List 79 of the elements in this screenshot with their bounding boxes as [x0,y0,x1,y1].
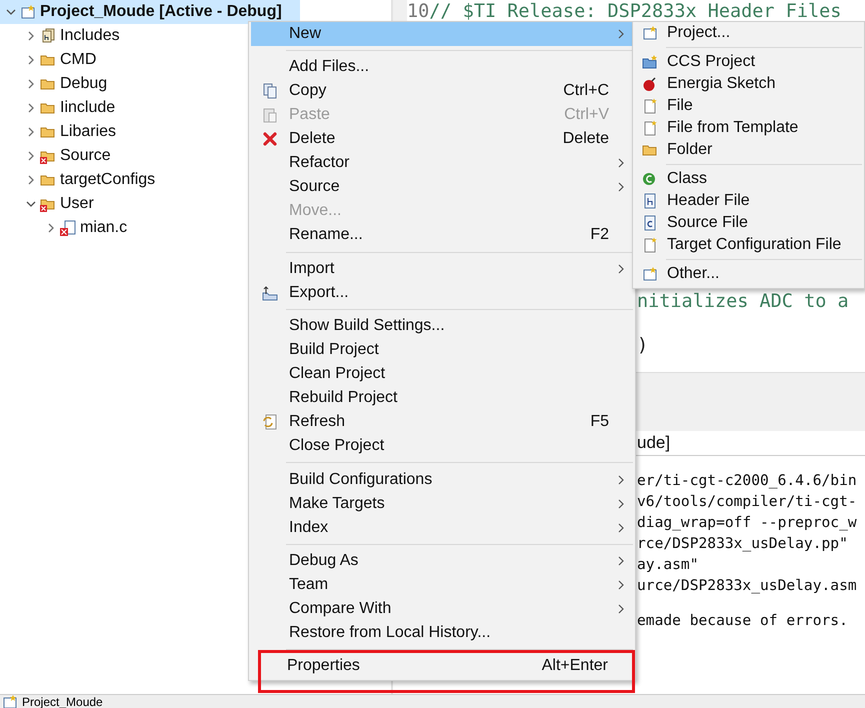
code-line: ) [637,334,648,357]
menu-item[interactable]: Properties Alt+Enter [261,654,632,678]
new-file-icon [642,98,658,114]
menu-item[interactable]: File from Template [633,117,864,139]
menu-item[interactable]: Class [633,168,864,190]
shortcut-label: F2 [590,226,609,244]
chevron-down-icon[interactable] [26,199,36,209]
menu-item[interactable]: Copy Ctrl+C [251,79,633,104]
menu-item[interactable]: Header File [633,190,864,212]
chevron-down-icon[interactable] [6,7,16,17]
menu-item[interactable]: Compare With [251,596,633,621]
project-icon [20,4,36,20]
console-line: er/ti-cgt-c2000_6.4.6/bin [637,471,858,491]
console-line: rce/DSP2833x_usDelay.pp" [637,534,849,554]
project-icon [642,266,658,282]
chevron-right-icon[interactable] [26,103,36,113]
line-number: 10 [407,0,430,23]
shortcut-label: Delete [562,130,609,148]
menu-item[interactable]: Target Configuration File [633,234,864,256]
chevron-right-icon[interactable] [26,79,36,89]
console-line: v6/tools/compiler/ti-cgt- [637,492,858,512]
project-icon [642,25,658,41]
shortcut-label: Ctrl+V [564,106,609,124]
chevron-right-icon[interactable] [26,151,36,161]
menu-item[interactable]: Clean Project [251,362,633,386]
shortcut-label: Alt+Enter [542,657,608,676]
bomb-icon [642,76,658,92]
menu-item[interactable]: File [633,95,864,117]
c-file-error-icon [60,220,76,236]
menu-item[interactable]: Other... [633,263,864,285]
menu-item[interactable]: Folder [633,139,864,161]
menu-item[interactable]: Delete Delete [251,127,633,152]
code-line: nitializes ADC to a [637,290,849,313]
status-text: Project_Moude [22,695,103,708]
menu-item[interactable]: Debug As [251,548,633,573]
chevron-right-icon[interactable] [26,31,36,41]
menu-item[interactable]: Restore from Local History... [251,620,633,645]
new-file-icon [642,120,658,136]
chevron-right-icon[interactable] [26,127,36,137]
delete-icon [262,131,278,148]
menu-item[interactable]: Add Files... [251,55,633,80]
shortcut-label: F5 [590,413,609,432]
console-line: diag_wrap=off --preproc_w [637,513,858,533]
shortcut-label: Ctrl+C [563,82,609,100]
refresh-icon [262,414,278,430]
menu-item[interactable]: Source File [633,212,864,234]
menu-item[interactable]: Export... [251,280,633,305]
console-line: ay.asm" [637,555,700,575]
menu-item[interactable]: Refactor [251,151,633,176]
new-file-icon [642,237,658,253]
console-line: emade because of errors. [637,611,849,631]
class-icon [642,171,658,187]
menu-item[interactable]: Project... [633,22,864,44]
menu-item[interactable]: Import [251,256,633,281]
source-file-icon [642,215,658,231]
menu-item[interactable]: Rename... F2 [251,223,633,248]
chevron-right-icon[interactable] [26,175,36,185]
export-icon [262,284,278,301]
menu-item[interactable]: Show Build Settings... [251,314,633,338]
console-line: urce/DSP2833x_usDelay.asm [637,576,858,596]
menu-item[interactable]: Team [251,572,633,597]
menu-item[interactable]: Energia Sketch [633,73,864,95]
menu-item[interactable]: Source [251,175,633,200]
includes-icon [40,28,56,44]
chevron-right-icon[interactable] [26,55,36,65]
menu-item[interactable]: Make Targets [251,492,633,516]
header-file-icon [642,193,658,209]
code-line: 10// $TI Release: DSP2833x Header Files [407,0,842,23]
menu-item[interactable]: Build Project [251,338,633,362]
menu-item[interactable]: Build Configurations [251,468,633,492]
project-icon [642,54,658,70]
menu-item[interactable]: Rebuild Project [251,386,633,410]
chevron-right-icon[interactable] [46,223,56,233]
paste-icon [262,107,278,124]
tree-item[interactable]: Project_Moude [Active - Debug] [0,0,300,24]
copy-icon [262,83,278,100]
menu-item[interactable]: New [251,22,633,46]
menu-item[interactable]: Index [251,516,633,540]
menu-item[interactable]: CCS Project [633,51,864,73]
